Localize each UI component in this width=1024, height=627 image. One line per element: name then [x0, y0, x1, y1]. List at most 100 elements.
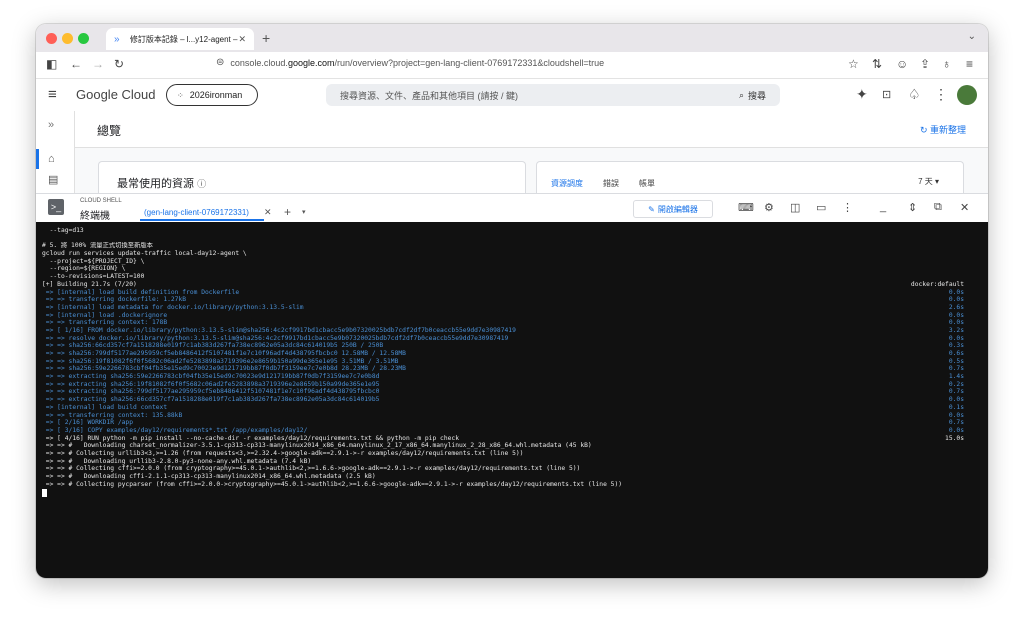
terminal-line — [42, 235, 964, 243]
terminal-line-text: => => extracting sha256:19f81082f6f0f568… — [42, 380, 380, 388]
terminal-line-text: --to-revisions=LATEST=100 — [42, 273, 145, 281]
terminal-line: => [ 3/16] COPY examples/day12/requireme… — [42, 427, 964, 435]
shield-icon[interactable]: ♁ — [942, 57, 951, 71]
chevron-down-icon[interactable]: ⌄ — [968, 31, 976, 42]
terminal-line: => => # Downloading charset_normalizer-3… — [42, 442, 964, 450]
search-icon: ⌕ — [738, 89, 744, 100]
terminal-line-text: => => transferring context: 135.88kB — [42, 411, 183, 419]
open-editor-button[interactable]: ✎ 開啟編輯器 — [633, 200, 713, 218]
terminal-line-text: => => extracting sha256:799df5177ae29595… — [42, 388, 380, 396]
close-tab-icon[interactable]: ✕ — [238, 34, 246, 45]
terminal-line-text: => => # Collecting cffi>=2.0.0 (from cry… — [42, 465, 581, 473]
terminal-line-status: 0.0s — [948, 319, 964, 327]
terminal-output[interactable]: --tag=d13 # 5. 將 100% 流量正式切換至新版本 gcloud ru… — [36, 222, 988, 578]
terminal-line: => [internal] load build context 0.1s — [42, 404, 964, 412]
reload-icon[interactable]: ↻ — [114, 57, 124, 71]
terminal-line-status: 1.4s — [948, 373, 964, 381]
keyboard-icon[interactable]: ⌨ — [738, 201, 754, 214]
close-shell-icon[interactable]: ✕ — [960, 201, 969, 214]
terminal-line-status: 0.7s — [948, 388, 964, 396]
avatar[interactable] — [957, 85, 977, 105]
terminal-line: => [internal] load .dockerignore 0.0s — [42, 312, 964, 320]
terminal-line: => => sha256:66cd357cf7a1518288e019f7c1a… — [42, 342, 964, 350]
maximize-window-icon[interactable] — [78, 33, 89, 44]
left-nav: » ⌂ ▤ — [36, 111, 75, 193]
terminal-line-text: gcloud run services update-traffic local… — [42, 250, 247, 258]
document-icon[interactable]: ▤ — [48, 173, 58, 186]
terminal-line: => => transferring context: 178B 0.0s — [42, 319, 964, 327]
terminal-line-text: => => transferring dockerfile: 1.27kB — [42, 296, 187, 304]
session-dropdown-icon[interactable]: ▾ — [302, 208, 306, 216]
cloud-run-nav-icon[interactable]: » — [48, 119, 54, 131]
help-icon[interactable]: ⓘ — [197, 179, 206, 189]
terminal-line: => [ 1/16] FROM docker.io/library/python… — [42, 327, 964, 335]
cloud-shell-label: CLOUD SHELL — [80, 198, 122, 204]
terminal-line-text: => [ 4/16] RUN python -m pip install --n… — [42, 434, 460, 442]
address-bar[interactable]: ⊜ console.cloud. google.com/run/overview?… — [216, 57, 604, 68]
terminal-line: => [internal] load build definition from… — [42, 289, 964, 297]
bookmark-star-icon[interactable]: ☆ — [848, 57, 859, 71]
terminal-line-text: --project=${PROJECT_ID} \ — [42, 257, 145, 265]
terminal-title: 終端機 — [80, 211, 110, 222]
refresh-icon: ↻ — [919, 125, 930, 135]
account-icon[interactable]: ☺ — [896, 57, 908, 71]
cloud-shell-icon[interactable]: ⊡ — [882, 88, 891, 101]
terminal-line-status: 0.7s — [948, 365, 964, 373]
terminal-line-text: => => sha256:66cd357cf7a1518288e019f7c1a… — [42, 342, 384, 350]
share-icon[interactable]: ⇪ — [920, 57, 930, 71]
tab-errors[interactable]: 錯誤 — [603, 178, 619, 189]
terminal-line-text: => => transferring context: 178B — [42, 319, 168, 327]
tab-billing[interactable]: 帳單 — [639, 178, 655, 189]
notifications-icon[interactable]: ♤ — [908, 86, 921, 103]
browser-tab[interactable]: » 修訂版本記錄 – l...y12-agent – 動 ✕ — [106, 28, 254, 50]
search-bar[interactable]: 搜尋資源、文件、產品和其他項目 (請按 / 鍵) ⌕ 搜尋 — [326, 84, 780, 106]
layout-icon[interactable]: ▭ — [816, 201, 826, 214]
browser-tab-bar: » 修訂版本記錄 – l...y12-agent – 動 ✕ + ⌄ — [36, 24, 988, 52]
terminal-line-text: => [internal] load metadata for docker.i… — [42, 303, 304, 311]
minimize-window-icon[interactable] — [62, 33, 73, 44]
terminal-line: => => # Downloading urllib3-2.8.0-py3-no… — [42, 458, 964, 466]
browser-tab-title: 修訂版本記錄 – l...y12-agent – 動 — [129, 34, 239, 44]
web-preview-icon[interactable]: ◫ — [790, 201, 800, 214]
resize-shell-icon[interactable]: ⇕ — [908, 201, 917, 214]
time-range-select[interactable]: 7 天 ▾ — [918, 176, 939, 187]
terminal-line: => => extracting sha256:19f81082f6f0f568… — [42, 381, 964, 389]
menu-icon[interactable]: ≡ — [966, 57, 973, 71]
new-tab-icon[interactable]: + — [262, 30, 270, 46]
add-session-icon[interactable]: + — [284, 205, 291, 219]
search-button[interactable]: ⌕ 搜尋 — [739, 89, 766, 102]
settings-icon[interactable]: ⚙ — [764, 201, 774, 214]
terminal-line-text: => [ 1/16] FROM docker.io/library/python… — [42, 326, 516, 334]
terminal-line: => => # Collecting cffi>=2.0.0 (from cry… — [42, 465, 964, 473]
terminal-line: => => transferring context: 135.88kB 0.0s — [42, 412, 964, 420]
home-icon[interactable]: ⌂ — [48, 153, 55, 165]
extension-icon[interactable]: ⇅ — [872, 57, 882, 71]
recent-resources-card: 最常使用的資源 ⓘ — [98, 161, 526, 196]
more-options-icon[interactable]: ⋮ — [934, 86, 948, 103]
back-icon[interactable]: ← — [70, 57, 82, 71]
more-shell-options-icon[interactable]: ⋮ — [842, 201, 853, 214]
browser-toolbar: ◧ ← → ↻ ⊜ console.cloud. google.com/run/o… — [36, 52, 988, 79]
close-window-icon[interactable] — [46, 33, 57, 44]
terminal-line-status: 0.0s — [948, 334, 964, 342]
page-title: 總覽 — [97, 124, 122, 138]
terminal-line-status: 0.0s — [948, 396, 964, 404]
forward-icon[interactable]: → — [92, 57, 104, 71]
google-cloud-logo[interactable]: Google Cloud — [76, 87, 156, 102]
sidebar-icon[interactable]: ◧ — [46, 57, 57, 71]
terminal-line-text: => => # Downloading charset_normalizer-3… — [42, 442, 592, 450]
project-picker[interactable]: ⁘ 2026ironman — [166, 84, 258, 106]
open-new-window-icon[interactable]: ⧉ — [934, 201, 942, 214]
refresh-button[interactable]: ↻ 重新整理 — [920, 123, 966, 136]
terminal-line-text: => => extracting sha256:66cd357cf7a15182… — [42, 396, 380, 404]
gemini-icon[interactable]: ✦ — [856, 86, 868, 103]
site-settings-icon[interactable]: ⊜ — [216, 57, 224, 68]
shell-session-tab[interactable]: (gen-lang-client-0769172331) — [144, 208, 249, 217]
terminal-line-text: => [internal] load build context — [42, 403, 168, 411]
hamburger-menu-icon[interactable]: ≡ — [48, 86, 57, 103]
tab-resources[interactable]: 資源調度 — [551, 178, 583, 189]
close-session-icon[interactable]: ✕ — [264, 207, 272, 218]
minimize-shell-icon[interactable]: _ — [880, 201, 886, 213]
terminal-line-text: => => # Downloading cffi-2.1.1-cp313-cp3… — [42, 473, 376, 480]
terminal-line-text: => => sha256:799df5177ae295959cf5eb84864… — [42, 350, 406, 357]
